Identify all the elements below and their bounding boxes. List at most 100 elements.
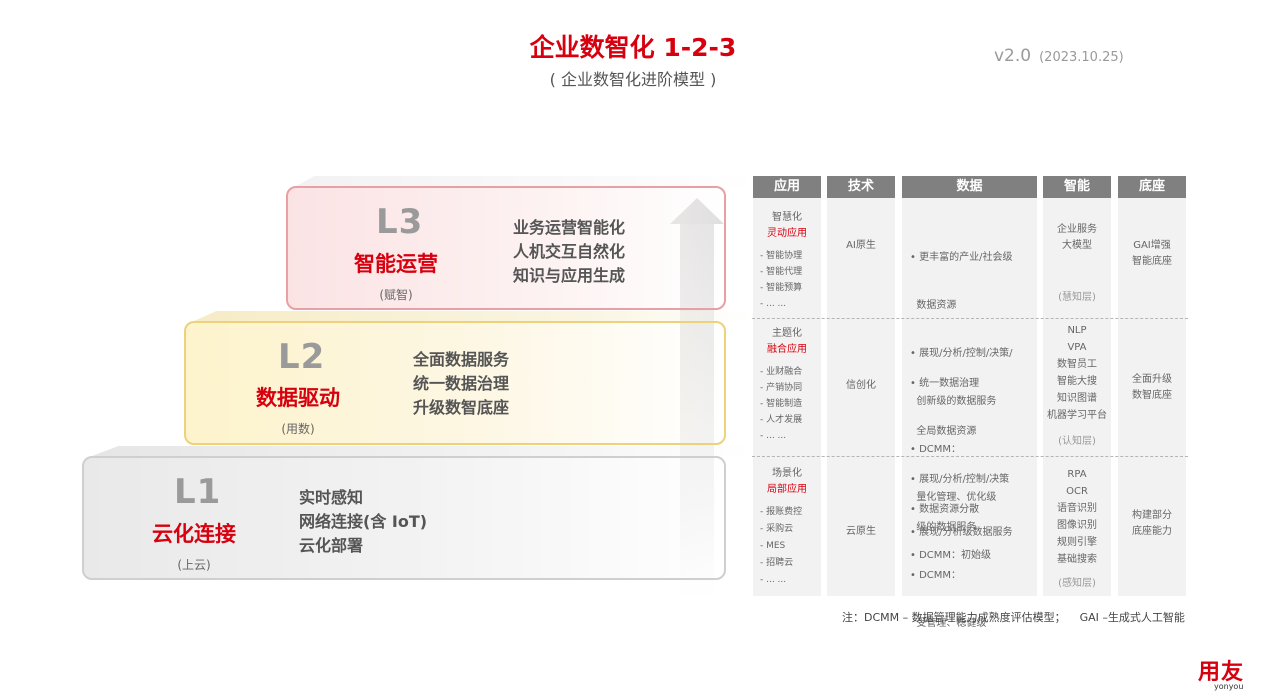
list-item: - ... ... (760, 431, 787, 441)
column-header-tech: 技术 (827, 176, 895, 198)
list-item: - 智能协理 (760, 251, 803, 261)
table-cell-app-l1: 场景化 局部应用 (753, 466, 821, 498)
list-item: - 产销协同 (760, 383, 803, 393)
table-cell-tech-l1: 云原生 (846, 526, 876, 537)
ai-item: 知识图谱 (1057, 393, 1097, 404)
column-header-base: 底座 (1118, 176, 1186, 198)
level-code-l2: L2 (278, 337, 326, 377)
table-cell-tech-l3: AI原生 (846, 240, 876, 251)
yonyou-logo-sub: yonyou (1214, 682, 1244, 691)
base-line: 数智底座 (1132, 390, 1172, 401)
base-line: 智能底座 (1132, 256, 1172, 267)
app-title: 主题化 (772, 328, 802, 339)
app-title: 智慧化 (772, 212, 802, 223)
app-type: 融合应用 (767, 344, 807, 355)
level-code-l1: L1 (174, 472, 222, 512)
list-item: - 报账费控 (760, 507, 803, 517)
ai-layer-l3: (慧知层) (1058, 292, 1096, 303)
list-item: - 采购云 (760, 524, 794, 534)
table-cell-app-items-l3: - 智能协理 - 智能代理 - 智能预算 - ... ... (760, 248, 802, 312)
version-date: (2023.10.25) (1039, 50, 1124, 65)
feature-item: 人机交互自然化 (513, 242, 626, 261)
column-header-data: 数据 (902, 176, 1037, 198)
table-cell-base-l1: 构建部分 底座能力 (1118, 508, 1186, 540)
ai-layer-l1: (感知层) (1058, 578, 1096, 589)
ai-item: 基础搜索 (1057, 554, 1097, 565)
list-item: - MES (760, 541, 786, 551)
level-sub-l1: (上云) (177, 558, 211, 572)
feature-item: 网络连接(含 IoT) (299, 512, 428, 531)
table-cell-app-l2: 主题化 融合应用 (753, 326, 821, 358)
column-header-ai: 智能 (1043, 176, 1111, 198)
data-line: • 统一数据治理 (910, 378, 980, 389)
ai-item: RPA (1067, 469, 1087, 480)
table-cell-base-l3: GAI增强 智能底座 (1118, 238, 1186, 270)
ai-item: 机器学习平台 (1047, 410, 1107, 421)
ai-item: OCR (1066, 486, 1088, 497)
feature-item: 统一数据治理 (413, 374, 510, 393)
level-name-l2: 数据驱动 (256, 386, 340, 410)
ai-item: 智能大搜 (1057, 376, 1097, 387)
list-item: - 招聘云 (760, 558, 794, 568)
page-subtitle: ( 企业数智化进阶模型 ) (549, 70, 717, 89)
list-item: - 智能制造 (760, 399, 803, 409)
list-item: - ... ... (760, 299, 787, 309)
feature-item: 云化部署 (299, 536, 364, 555)
ai-item: VPA (1067, 342, 1087, 353)
ai-item: NLP (1067, 325, 1087, 336)
ai-item: 语音识别 (1057, 503, 1097, 514)
base-line: 构建部分 (1132, 510, 1172, 521)
table-cell-app-items-l2: - 业财融合 - 产销协同 - 智能制造 - 人才发展 - ... ... (760, 364, 802, 444)
base-line: GAI增强 (1133, 240, 1171, 251)
base-line: 全面升级 (1132, 374, 1172, 385)
data-line: • 更丰富的产业/社会级 (910, 252, 1013, 263)
table-cell-ai-l3: 企业服务 大模型 (1043, 222, 1111, 254)
step-l3-top (296, 176, 756, 186)
list-item: - 智能代理 (760, 267, 803, 277)
data-line: • DCMM：初始级 (910, 550, 992, 561)
version-number: v2.0 (994, 46, 1032, 66)
ai-item: 企业服务 (1057, 224, 1097, 235)
level-sub-l3: (赋智) (379, 288, 413, 302)
level-sub-l2: (用数) (281, 422, 315, 436)
feature-item: 业务运营智能化 (513, 218, 626, 237)
feature-item: 知识与应用生成 (513, 266, 626, 285)
table-cell-tech-l2: 信创化 (846, 380, 876, 391)
table-cell-app-l3: 智慧化 灵动应用 (753, 210, 821, 242)
ai-item: 图像识别 (1057, 520, 1097, 531)
list-item: - 人才发展 (760, 415, 803, 425)
list-item: - 业财融合 (760, 367, 803, 377)
level-features-l2: 全面数据服务 统一数据治理 升级数智底座 (413, 348, 509, 420)
level-features-l1: 实时感知 网络连接(含 IoT) 云化部署 (299, 486, 427, 558)
level-name-l1: 云化连接 (152, 522, 236, 546)
ai-item: 数智员工 (1057, 359, 1097, 370)
version-label: v2.0 (2023.10.25) (994, 46, 1124, 66)
app-type: 灵动应用 (767, 228, 807, 239)
level-features-l3: 业务运营智能化 人机交互自然化 知识与应用生成 (513, 216, 625, 288)
data-line: • 展现/分析级数据服务 (910, 527, 1013, 538)
step-l2-top (194, 311, 754, 321)
level-code-l3: L3 (376, 202, 424, 242)
data-line: • DCMM： (910, 570, 962, 581)
data-line: 全局数据资源 (910, 426, 977, 437)
level-name-l3: 智能运营 (354, 252, 438, 276)
feature-item: 全面数据服务 (413, 350, 510, 369)
ai-item: 规则引擎 (1057, 537, 1097, 548)
app-title: 场景化 (772, 468, 802, 479)
feature-item: 升级数智底座 (413, 398, 510, 417)
table-cell-app-items-l1: - 报账费控 - 采购云 - MES - 招聘云 - ... ... (760, 504, 802, 589)
base-line: 底座能力 (1132, 526, 1172, 537)
table-cell-data-l1: • 数据资源分散 • 展现/分析级数据服务 • DCMM：初始级 (910, 498, 1012, 567)
ai-item: 大模型 (1062, 240, 1092, 251)
step-l1-top (92, 446, 752, 456)
list-item: - 智能预算 (760, 283, 803, 293)
feature-item: 实时感知 (299, 488, 364, 507)
ai-layer-l2: (认知层) (1058, 436, 1096, 447)
app-type: 局部应用 (767, 484, 807, 495)
table-cell-base-l2: 全面升级 数智底座 (1118, 372, 1186, 404)
list-item: - ... ... (760, 575, 787, 585)
column-header-app: 应用 (753, 176, 821, 198)
table-cell-ai-l1: RPA OCR 语音识别 图像识别 规则引擎 基础搜索 (1043, 466, 1111, 568)
footnote: 注：DCMM – 数据管理能力成熟度评估模型； GAI –生成式人工智能 (842, 611, 1185, 624)
table-cell-data-l2: • 统一数据治理 全局数据资源 • 展现/分析/控制/决策 级的数据服务 • D… (910, 344, 1009, 648)
